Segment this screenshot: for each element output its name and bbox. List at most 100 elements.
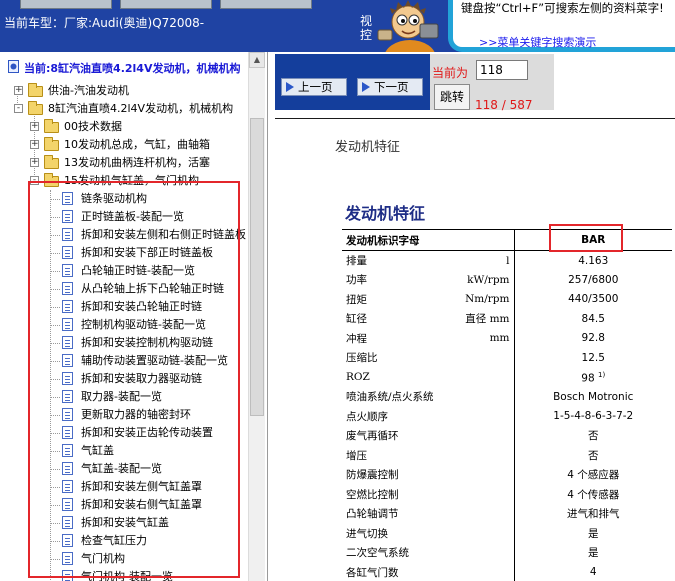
spec-value: 4 个感应器: [514, 465, 672, 485]
spec-key: 压缩比: [346, 352, 378, 365]
top-header: 当前车型：厂家:Audi(奥迪)Q72008- 视控 键盘按“Ctrl+F”可搜…: [0, 0, 675, 52]
engine-spec-table: 发动机标识字母 BAR 排量 l 4.163 功率 kW/rpm 257/6800 扭矩 Nm…: [342, 229, 672, 581]
toolbar-button-1[interactable]: [20, 0, 112, 9]
spec-row: 各缸气门数 4: [342, 562, 672, 581]
car-model-prefix: 当前车型：: [4, 16, 65, 30]
highlight-box-engine-code: [549, 224, 623, 252]
mascot-icon: [377, 0, 439, 52]
spec-unit: mm: [448, 328, 515, 348]
folder-icon: [44, 119, 59, 133]
spec-value-text: 4 个传感器: [567, 488, 620, 501]
tree-node-label: 供油-汽油发动机: [48, 84, 129, 97]
spec-key: 空燃比控制: [346, 488, 399, 501]
spec-key: 进气切换: [346, 527, 388, 540]
spec-key: 排量: [346, 255, 367, 267]
spec-value: 1-5-4-8-6-3-7-2: [514, 407, 672, 427]
spec-key: 喷油系统/点火系统: [346, 391, 434, 404]
spec-key: ROZ: [346, 371, 370, 384]
spec-value: 是: [514, 524, 672, 544]
tree-current-node: 当前:8缸汽油直喷4.2l4V发动机，机械机构: [24, 62, 241, 75]
spec-unit: [448, 504, 515, 524]
page-number-input[interactable]: [476, 60, 528, 80]
navigation-tree-panel: 当前:8缸汽油直喷4.2l4V发动机，机械机构 + 供油-汽油发动机 - 8缸汽油直喷…: [0, 52, 268, 581]
spec-row: 点火顺序 1-5-4-8-6-3-7-2: [342, 406, 672, 427]
spec-value: 是: [514, 543, 672, 563]
spec-value-text: 4: [589, 566, 597, 579]
next-page-button[interactable]: 下一页: [357, 78, 423, 96]
spec-value-text: 是: [588, 547, 599, 560]
document-title: 发动机特征: [345, 204, 426, 223]
tree-node-label: 00技术数据: [64, 120, 122, 133]
folder-icon: [44, 155, 59, 169]
spec-header-key: 发动机标识字母: [342, 229, 515, 251]
spec-key: 功率: [346, 274, 367, 287]
toolbar-button-2[interactable]: [120, 0, 212, 9]
spec-value-text: 98: [581, 372, 595, 384]
toolbar-button-3[interactable]: [220, 0, 312, 9]
spec-value: 12.5: [514, 348, 672, 368]
spec-unit: [448, 523, 515, 543]
spec-row: 扭矩 Nm/rpm 440/3500: [342, 289, 672, 309]
tree-node-label: 13发动机曲柄连杆机构，活塞: [64, 156, 210, 169]
spec-unit: [448, 387, 515, 407]
spec-value-text: 4.163: [578, 254, 609, 267]
scrollbar-thumb[interactable]: [250, 118, 264, 416]
document-header: 发动机特征: [335, 140, 401, 155]
spec-row: 功率 kW/rpm 257/6800: [342, 270, 672, 290]
spec-key: 防爆震控制: [346, 469, 399, 482]
spec-value-text: 1-5-4-8-6-3-7-2: [553, 410, 634, 423]
search-demo-link[interactable]: >>菜单关键字搜索演示: [479, 34, 596, 50]
spec-row: 缸径 直径 mm 84.5: [342, 309, 672, 329]
spec-value-text: 257/6800: [568, 273, 619, 286]
spec-unit: [448, 465, 515, 485]
spec-value-text: 92.8: [581, 332, 605, 345]
expand-icon[interactable]: +: [30, 140, 39, 149]
spec-key: 凸轮轴调节: [346, 508, 399, 521]
current-page-label: 当前为: [432, 66, 469, 80]
expand-icon[interactable]: +: [14, 86, 23, 95]
folder-icon: [44, 137, 59, 151]
spec-row: 防爆震控制 4 个感应器: [342, 465, 672, 485]
expand-icon[interactable]: +: [30, 122, 39, 131]
spec-row: 压缩比 12.5: [342, 348, 672, 368]
spec-key: 扭矩: [346, 293, 367, 306]
spec-value: 4 个传感器: [514, 485, 672, 505]
spec-unit: 直径 mm: [448, 309, 515, 329]
spec-unit: [448, 426, 515, 446]
highlight-box-tree: [28, 181, 240, 578]
spec-value: 84.5: [514, 309, 672, 329]
spec-value-text: 是: [588, 527, 599, 540]
page-jump-box: 当前为 跳转 118 / 587: [430, 54, 554, 112]
spec-value-text: 否: [588, 430, 599, 443]
document-viewer: 上一页 下一页 当前为 跳转 118 / 587 发动机特征 发动机特征 发动机…: [275, 52, 675, 581]
spec-row: 排量 l 4.163: [342, 250, 672, 271]
expand-icon[interactable]: +: [30, 158, 39, 167]
current-car-model: 当前车型：厂家:Audi(奥迪)Q72008-: [4, 14, 204, 31]
search-hint-text: 键盘按“Ctrl+F”可搜索左侧的资料菜字!: [461, 1, 664, 15]
spec-unit: kW/rpm: [448, 270, 515, 290]
spec-row: 增压 否: [342, 445, 672, 465]
tree-scrollbar[interactable]: ▲: [248, 52, 265, 581]
page-nav-bar: 上一页 下一页: [275, 54, 430, 110]
spec-unit: [448, 367, 515, 387]
spec-unit: l: [448, 250, 515, 270]
prev-page-button[interactable]: 上一页: [281, 78, 347, 96]
spec-value-text: 12.5: [581, 351, 605, 364]
next-page-label: 下一页: [374, 80, 409, 94]
page-count: 118 / 587: [475, 98, 533, 112]
spec-value-text: 进气和排气: [567, 508, 620, 521]
spec-row: 喷油系统/点火系统 Bosch Motronic: [342, 387, 672, 407]
spec-key: 冲程: [346, 332, 367, 345]
jump-button[interactable]: 跳转: [434, 84, 470, 110]
spec-value: 4.163: [514, 251, 672, 271]
spec-row: 凸轮轴调节 进气和排气: [342, 504, 672, 524]
spec-unit: [448, 562, 515, 581]
car-model-value: 厂家:Audi(奥迪)Q72008-: [64, 16, 205, 30]
scroll-up-arrow-icon[interactable]: ▲: [249, 52, 265, 68]
collapse-icon[interactable]: -: [14, 104, 23, 113]
tree-node-label: 8缸汽油直喷4.2l4V发动机，机械机构: [48, 102, 234, 115]
spec-value: 92.8: [514, 329, 672, 349]
spec-key: 各缸气门数: [346, 566, 399, 579]
spec-value: 否: [514, 426, 672, 446]
spec-unit: [448, 543, 515, 563]
